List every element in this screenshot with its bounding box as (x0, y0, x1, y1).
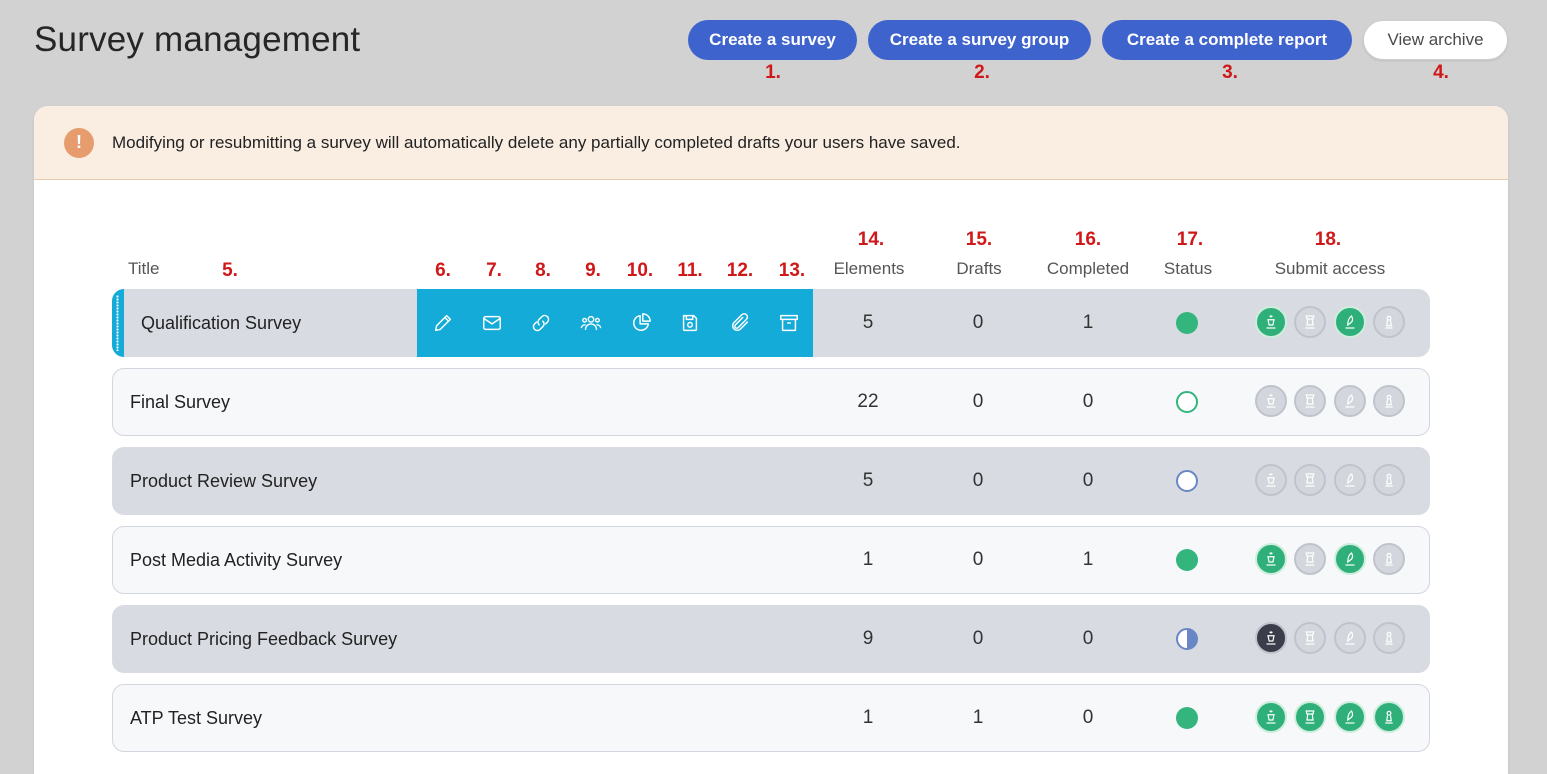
survey-title[interactable]: ATP Test Survey (130, 685, 262, 751)
marker-14: 14. (857, 229, 885, 250)
access-admin-icon[interactable] (1255, 622, 1287, 654)
access-editor-icon[interactable] (1334, 701, 1366, 733)
pencil-icon[interactable] (431, 311, 455, 335)
access-user-icon[interactable] (1373, 385, 1405, 417)
access-manager-icon[interactable] (1294, 701, 1326, 733)
users-icon[interactable] (579, 311, 603, 335)
drafts-count: 0 (972, 312, 984, 333)
elements-count: 5 (862, 312, 874, 333)
column-header-drafts: Drafts (956, 259, 1002, 278)
save-icon[interactable] (678, 311, 702, 335)
drafts-count: 0 (972, 391, 984, 412)
completed-count: 0 (1082, 628, 1094, 649)
archive-icon[interactable] (777, 311, 801, 335)
status-indicator (1176, 549, 1198, 571)
marker-2: 2. (974, 62, 990, 83)
access-manager-icon[interactable] (1294, 385, 1326, 417)
completed-count: 0 (1082, 391, 1094, 412)
access-manager-icon[interactable] (1294, 464, 1326, 496)
status-indicator (1176, 391, 1198, 413)
alert-text: Modifying or resubmitting a survey will … (112, 132, 961, 152)
page-title: Survey management (34, 20, 361, 59)
create-survey-group-button[interactable]: Create a survey group (868, 20, 1091, 60)
status-indicator (1176, 470, 1198, 492)
marker-3: 3. (1222, 62, 1238, 83)
access-manager-icon[interactable] (1294, 306, 1326, 338)
survey-title[interactable]: Product Review Survey (130, 448, 317, 514)
view-archive-button[interactable]: View archive (1363, 20, 1508, 60)
pie-chart-icon[interactable] (629, 311, 653, 335)
access-manager-icon[interactable] (1294, 543, 1326, 575)
link-icon[interactable] (529, 311, 553, 335)
marker-16: 16. (1074, 229, 1102, 250)
status-indicator (1176, 707, 1198, 729)
access-user-icon[interactable] (1373, 464, 1405, 496)
drafts-count: 0 (972, 549, 984, 570)
marker-4: 4. (1433, 62, 1449, 83)
survey-title[interactable]: Post Media Activity Survey (130, 527, 342, 593)
status-indicator (1176, 312, 1198, 334)
access-admin-icon[interactable] (1255, 385, 1287, 417)
survey-title[interactable]: Qualification Survey (141, 290, 301, 356)
access-editor-icon[interactable] (1334, 385, 1366, 417)
elements-count: 1 (862, 707, 874, 728)
access-manager-icon[interactable] (1294, 622, 1326, 654)
create-complete-report-button[interactable]: Create a complete report (1102, 20, 1352, 60)
access-user-icon[interactable] (1373, 622, 1405, 654)
table-row[interactable]: Final Survey 22 0 0 (112, 368, 1430, 436)
table-row[interactable]: Product Review Survey 5 0 0 (112, 447, 1430, 515)
create-survey-button[interactable]: Create a survey (688, 20, 857, 60)
drafts-count: 0 (972, 470, 984, 491)
access-user-icon[interactable] (1373, 701, 1405, 733)
access-user-icon[interactable] (1373, 306, 1405, 338)
envelope-icon[interactable] (480, 311, 504, 335)
column-header-status: Status (1163, 259, 1213, 278)
completed-count: 1 (1082, 312, 1094, 333)
access-editor-icon[interactable] (1334, 543, 1366, 575)
table-row[interactable]: Qualification Survey 5 0 1 (112, 289, 1430, 357)
column-header-submit-access: Submit access (1274, 259, 1386, 278)
column-header-title: Title (128, 259, 160, 278)
completed-count: 1 (1082, 549, 1094, 570)
access-admin-icon[interactable] (1255, 464, 1287, 496)
column-header-completed: Completed (1046, 259, 1130, 278)
marker-5: 5. (222, 260, 238, 281)
access-editor-icon[interactable] (1334, 464, 1366, 496)
access-editor-icon[interactable] (1334, 622, 1366, 654)
marker-13: 13. (778, 260, 806, 281)
table-row[interactable]: Product Pricing Feedback Survey 9 0 0 (112, 605, 1430, 673)
marker-17: 17. (1176, 229, 1204, 250)
column-header-elements: Elements (833, 259, 905, 278)
survey-title[interactable]: Final Survey (130, 369, 230, 435)
survey-card: ! Modifying or resubmitting a survey wil… (34, 106, 1508, 774)
completed-count: 0 (1082, 470, 1094, 491)
elements-count: 5 (862, 470, 874, 491)
access-admin-icon[interactable] (1255, 543, 1287, 575)
access-user-icon[interactable] (1373, 543, 1405, 575)
drafts-count: 0 (972, 628, 984, 649)
elements-count: 1 (862, 549, 874, 570)
warning-alert: ! Modifying or resubmitting a survey wil… (34, 106, 1508, 180)
access-editor-icon[interactable] (1334, 306, 1366, 338)
elements-count: 22 (857, 391, 879, 412)
status-indicator (1176, 628, 1198, 650)
survey-title[interactable]: Product Pricing Feedback Survey (130, 606, 397, 672)
completed-count: 0 (1082, 707, 1094, 728)
marker-12: 12. (726, 260, 754, 281)
access-admin-icon[interactable] (1255, 306, 1287, 338)
paperclip-icon[interactable] (728, 311, 752, 335)
warning-icon: ! (64, 127, 94, 158)
drafts-count: 1 (972, 707, 984, 728)
table-row[interactable]: Post Media Activity Survey 1 0 1 (112, 526, 1430, 594)
marker-1: 1. (765, 62, 781, 83)
marker-18: 18. (1314, 229, 1342, 250)
elements-count: 9 (862, 628, 874, 649)
access-admin-icon[interactable] (1255, 701, 1287, 733)
drag-handle-icon[interactable] (112, 289, 124, 357)
row-action-bar (417, 289, 813, 357)
marker-15: 15. (965, 229, 993, 250)
table-row[interactable]: ATP Test Survey 1 1 0 (112, 684, 1430, 752)
